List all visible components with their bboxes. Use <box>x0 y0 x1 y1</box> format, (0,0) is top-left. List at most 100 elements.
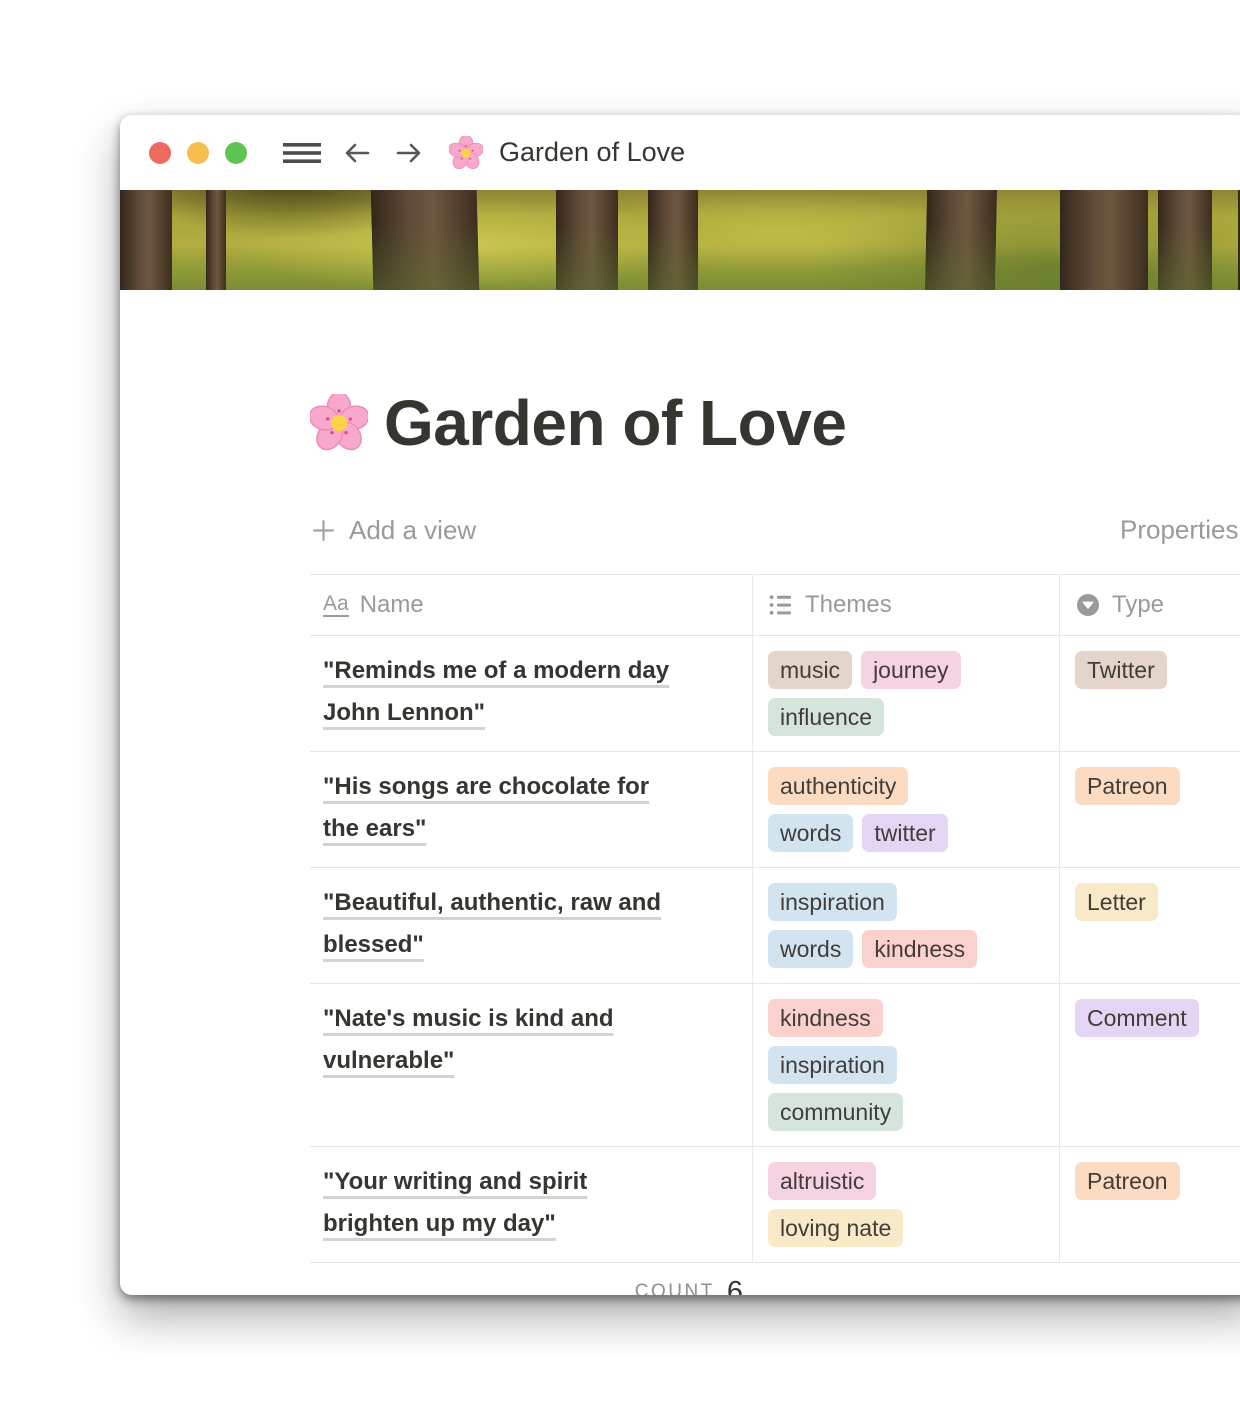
theme-tag: journey <box>861 651 960 689</box>
type-cell[interactable]: Patreon <box>1060 752 1240 867</box>
tag-line: Letter <box>1075 883 1240 921</box>
type-tag: Twitter <box>1075 651 1167 689</box>
view-toolbar: Add a view Properties <box>310 506 1240 554</box>
tag-line: musicjourney <box>768 651 1046 689</box>
row-title-link[interactable]: "Nate's music is kind andvulnerable" <box>323 1005 614 1074</box>
database-table: Aa Name Themes <box>310 574 1240 1295</box>
tag-line: community <box>768 1093 1046 1131</box>
tree-trunk <box>648 190 698 290</box>
tree-trunk <box>1158 190 1212 290</box>
tag-line: inspiration <box>768 883 1046 921</box>
theme-tag: inspiration <box>768 1046 897 1084</box>
type-cell[interactable]: Comment <box>1060 984 1240 1146</box>
type-tag: Patreon <box>1075 767 1180 805</box>
app-window: Garden of Love Garden of Love Add a view… <box>120 115 1240 1295</box>
row-title-link[interactable]: "Beautiful, authentic, raw andblessed" <box>323 889 661 958</box>
themes-cell[interactable]: kindness inspiration community <box>753 984 1060 1146</box>
tag-line: Comment <box>1075 999 1240 1037</box>
type-cell[interactable]: Patreon <box>1060 1147 1240 1262</box>
tree-trunk <box>206 190 226 290</box>
tree-trunk <box>556 190 618 290</box>
tag-line: wordstwitter <box>768 814 1046 852</box>
column-header-name[interactable]: Aa Name <box>310 575 753 635</box>
window-title: Garden of Love <box>499 137 685 168</box>
count-value: 6 <box>727 1276 743 1296</box>
theme-tag: words <box>768 814 853 852</box>
tag-line: Twitter <box>1075 651 1240 689</box>
close-window-button[interactable] <box>149 142 171 164</box>
tag-line: kindness <box>768 999 1046 1037</box>
properties-button[interactable]: Properties <box>1120 515 1239 546</box>
cover-image <box>120 190 1240 290</box>
themes-cell[interactable]: inspiration wordskindness <box>753 868 1060 983</box>
tree-trunk <box>925 190 997 290</box>
tag-line: Patreon <box>1075 767 1240 805</box>
name-cell[interactable]: "Nate's music is kind andvulnerable" <box>310 984 753 1146</box>
title-aa-icon: Aa <box>323 593 349 617</box>
row-title-link[interactable]: "His songs are chocolate forthe ears" <box>323 773 649 842</box>
theme-tag: altruistic <box>768 1162 876 1200</box>
theme-tag: kindness <box>862 930 977 968</box>
theme-tag: twitter <box>862 814 947 852</box>
name-cell[interactable]: "His songs are chocolate forthe ears" <box>310 752 753 867</box>
tree-trunk <box>1060 190 1148 290</box>
themes-cell[interactable]: musicjourney influence <box>753 636 1060 751</box>
column-label: Themes <box>805 591 892 619</box>
type-tag: Patreon <box>1075 1162 1180 1200</box>
theme-tag: community <box>768 1093 903 1131</box>
tag-line: loving nate <box>768 1209 1046 1247</box>
name-cell[interactable]: "Reminds me of a modern dayJohn Lennon" <box>310 636 753 751</box>
window-titlebar: Garden of Love <box>120 115 1240 190</box>
count-label: COUNT <box>635 1281 715 1295</box>
tag-line: authenticity <box>768 767 1046 805</box>
column-label: Name <box>360 591 424 619</box>
type-cell[interactable]: Twitter <box>1060 636 1240 751</box>
select-dropdown-icon <box>1075 592 1101 618</box>
column-label: Type <box>1112 591 1164 619</box>
column-header-type[interactable]: Type <box>1060 575 1240 635</box>
themes-cell[interactable]: altruistic loving nate <box>753 1147 1060 1262</box>
themes-cell[interactable]: authenticity wordstwitter <box>753 752 1060 867</box>
count-calculation[interactable]: COUNT 6 <box>310 1263 753 1295</box>
name-cell[interactable]: "Beautiful, authentic, raw andblessed" <box>310 868 753 983</box>
back-button[interactable] <box>341 138 373 168</box>
table-row: "Beautiful, authentic, raw andblessed" in… <box>310 868 1240 984</box>
table-row: "His songs are chocolate forthe ears" aut… <box>310 752 1240 868</box>
name-cell[interactable]: "Your writing and spiritbrighten up my d… <box>310 1147 753 1262</box>
type-tag: Letter <box>1075 883 1158 921</box>
table-row: "Reminds me of a modern dayJohn Lennon" m… <box>310 636 1240 752</box>
bulleted-list-icon <box>768 592 794 618</box>
theme-tag: kindness <box>768 999 883 1037</box>
tag-line: wordskindness <box>768 930 1046 968</box>
table-body: "Reminds me of a modern dayJohn Lennon" m… <box>310 636 1240 1263</box>
tag-line: Patreon <box>1075 1162 1240 1200</box>
column-header-themes[interactable]: Themes <box>753 575 1060 635</box>
type-tag: Comment <box>1075 999 1199 1037</box>
theme-tag: loving nate <box>768 1209 903 1247</box>
table-header: Aa Name Themes <box>310 574 1240 636</box>
theme-tag: words <box>768 930 853 968</box>
theme-tag: music <box>768 651 852 689</box>
tag-line: altruistic <box>768 1162 1046 1200</box>
theme-tag: authenticity <box>768 767 908 805</box>
theme-tag: influence <box>768 698 884 736</box>
plus-icon <box>310 517 337 544</box>
minimize-window-button[interactable] <box>187 142 209 164</box>
table-row: "Nate's music is kind andvulnerable" kind… <box>310 984 1240 1147</box>
tag-line: influence <box>768 698 1046 736</box>
table-row: "Your writing and spiritbrighten up my d… <box>310 1147 1240 1263</box>
forward-button[interactable] <box>393 138 425 168</box>
row-title-link[interactable]: "Reminds me of a modern dayJohn Lennon" <box>323 657 669 726</box>
row-title-link[interactable]: "Your writing and spiritbrighten up my d… <box>323 1168 587 1237</box>
theme-tag: inspiration <box>768 883 897 921</box>
zoom-window-button[interactable] <box>225 142 247 164</box>
tree-trunk <box>371 190 480 290</box>
hamburger-menu-icon[interactable] <box>283 138 321 168</box>
type-cell[interactable]: Letter <box>1060 868 1240 983</box>
page-title: Garden of Love <box>384 386 846 460</box>
page-emoji-flower-icon[interactable] <box>310 394 368 452</box>
add-view-button[interactable]: Add a view <box>310 515 476 546</box>
cherry-blossom-flower-icon <box>449 136 483 170</box>
add-view-label: Add a view <box>349 515 476 546</box>
tree-trunk <box>120 190 172 290</box>
